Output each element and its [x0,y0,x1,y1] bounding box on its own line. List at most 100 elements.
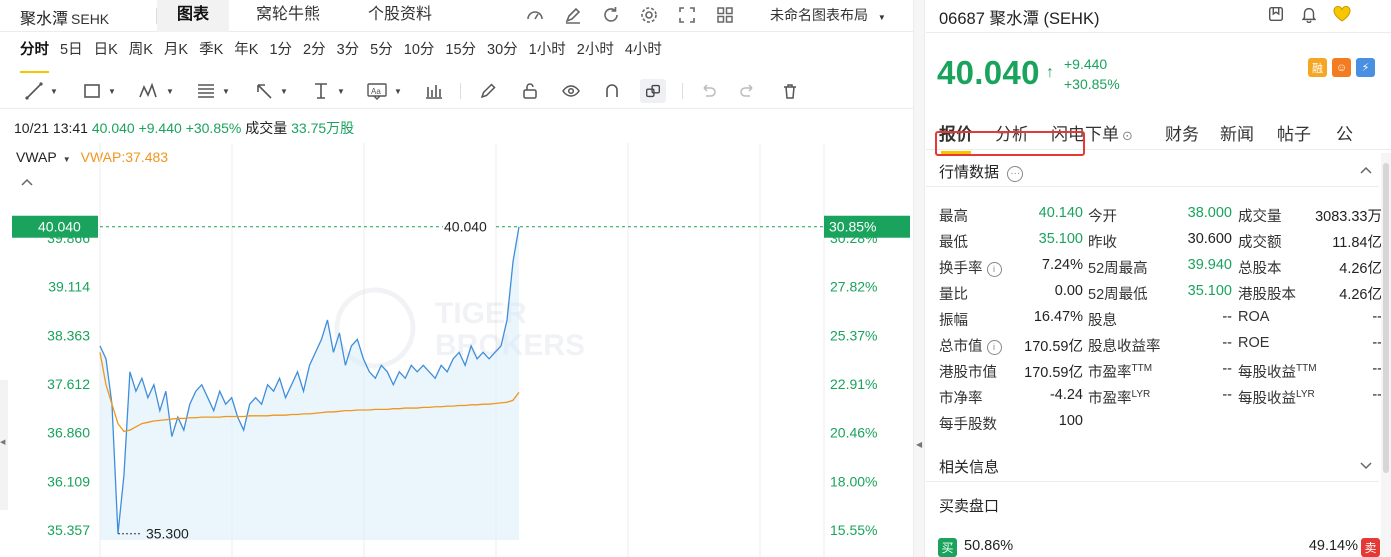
indicator-icon[interactable] [424,79,444,103]
section-related-info[interactable]: 相关信息 [926,448,1379,482]
section-market-data[interactable]: 行情数据 ··· [926,153,1379,187]
pen-icon[interactable] [478,79,498,103]
stock-code-title: 06687 聚水潭 (SEHK) [939,10,1100,28]
bid-ask-ratio: 买 50.86% 49.14% 卖 [938,536,1380,557]
chevron-down-icon[interactable]: ▼ [280,87,288,96]
period-option[interactable]: 30分 [487,40,518,66]
period-option[interactable]: 1分 [269,40,292,66]
tab-quote-5[interactable]: 帖子 [1277,120,1311,145]
arrow-icon[interactable]: ▼ [254,79,288,103]
annotation-icon[interactable]: Aa ▼ [366,79,402,103]
period-option[interactable]: 年K [234,40,258,66]
quote-row: 量比 0.00 52周最低 35.100 港股股本 4.26亿 [926,280,1382,306]
more-icon[interactable]: ··· [1007,165,1024,182]
fullscreen-icon[interactable] [674,4,700,26]
quote-scrollbar[interactable] [1381,153,1391,557]
link-icon[interactable] [640,79,666,103]
fib-icon[interactable]: ▼ [196,79,230,103]
quote-row: 最高 40.140 今开 38.000 成交量 3083.33万 [926,202,1382,228]
quote-label: 成交量 [1238,205,1282,226]
bell-icon[interactable] [1297,3,1321,25]
magnet-icon[interactable] [602,79,622,103]
section-title: 买卖盘口 [939,498,1000,515]
favorite-heart-icon[interactable] [1330,3,1354,25]
chevron-down-icon[interactable]: ▼ [166,87,174,96]
trend-line-icon[interactable]: ▼ [24,79,58,103]
chevron-down-icon[interactable]: ▼ [394,87,402,96]
quote-value: 35.100 [1187,283,1232,299]
period-option[interactable]: 周K [129,40,153,66]
period-option[interactable]: 5日 [60,40,83,66]
quote-label: 今开 [1088,205,1117,226]
left-scroll-handle[interactable]: ◀ [0,380,8,510]
info-icon[interactable]: i [986,261,1002,277]
chevron-down-icon[interactable]: ▼ [337,87,345,96]
period-option[interactable]: 2小时 [577,40,614,66]
section-order-book[interactable]: 买卖盘口 [926,487,1379,521]
tab-chart[interactable]: 图表 [157,0,230,32]
bookmark-icon[interactable] [1264,3,1288,25]
period-option[interactable]: 4小时 [625,40,662,66]
lock-icon[interactable] [520,79,540,103]
tab-quote-3[interactable]: 财务 [1165,120,1199,145]
chevron-up-icon[interactable] [1359,162,1373,178]
quote-info-line: 10/21 13:41 40.040 +9.440 +30.85% 成交量 33… [14,118,354,138]
chevron-down-icon[interactable]: ▼ [222,87,230,96]
y-tick-label-left: 39.114 [48,279,90,295]
quote-value: 4.26亿 [1339,287,1382,303]
more-icon[interactable]: ⊙ [1122,128,1133,143]
period-option[interactable]: 1小时 [529,40,566,66]
chevron-down-icon[interactable] [1359,457,1373,473]
eye-icon[interactable] [561,79,581,103]
tab-quote-6[interactable]: 公 [1336,120,1353,145]
quote-label-text: ROA [1238,309,1270,325]
edit-icon[interactable] [560,4,586,26]
tab-warrants[interactable]: 窝轮牛熊 [236,0,340,32]
quote-label-text: 换手率 [939,261,983,277]
quote-label-text: 每股收益 [1238,391,1296,407]
text-tool-icon[interactable]: ▼ [311,79,345,103]
volume-label: 成交量 [245,120,288,136]
intraday-chart[interactable]: TIGERBROKERS39.86639.11438.36337.61236.8… [0,143,913,557]
pattern-icon[interactable]: ▼ [138,79,174,103]
quote-label-text: 52周最高 [1088,261,1148,277]
period-option[interactable]: 5分 [370,40,393,66]
panel-splitter[interactable]: ◀ [913,0,925,557]
period-option[interactable]: 15分 [445,40,476,66]
period-option[interactable]: 10分 [404,40,435,66]
exchange-label: SEHK [71,11,110,27]
quote-label: 52周最低 [1088,283,1148,304]
refresh-icon[interactable] [598,4,624,26]
period-option[interactable]: 2分 [303,40,326,66]
period-option[interactable]: 月K [164,40,188,66]
tab-profile[interactable]: 个股资料 [348,0,452,32]
undo-icon[interactable] [698,79,718,103]
quote-label: 市盈率TTM [1088,361,1152,382]
scrollbar-thumb[interactable] [1383,163,1389,473]
rectangle-icon[interactable]: ▼ [82,79,116,103]
y-tick-label-left: 35.357 [47,522,90,538]
period-option[interactable]: 3分 [337,40,360,66]
tab-quote-4[interactable]: 新闻 [1220,120,1254,145]
chevron-down-icon[interactable]: ▼ [108,87,116,96]
period-option[interactable]: 日K [94,40,118,66]
layout-name: 未命名图表布局 [770,7,868,23]
quote-datetime: 10/21 13:41 [14,120,88,136]
quote-label: 港股市值 [939,361,997,382]
symbol-title: 聚水潭 SEHK [20,5,109,29]
tab-label: 财务 [1165,125,1199,144]
trash-icon[interactable] [780,79,800,103]
period-option[interactable]: 季K [199,40,223,66]
grid-layout-icon[interactable] [712,4,738,26]
redo-icon[interactable] [738,79,758,103]
settings-icon[interactable] [636,4,662,26]
quote-change: +9.440 [138,120,182,136]
quote-label-sup: TTM [1296,363,1317,374]
chevron-down-icon[interactable]: ▼ [50,87,58,96]
layout-selector[interactable]: 未命名图表布局 ▼ [770,5,886,25]
info-icon[interactable]: i [986,339,1002,355]
gauge-icon[interactable] [522,4,548,26]
period-active[interactable]: 分时 [20,40,49,73]
quote-row: 每手股数 100 [926,410,1381,436]
tab-label: 公 [1336,125,1353,144]
